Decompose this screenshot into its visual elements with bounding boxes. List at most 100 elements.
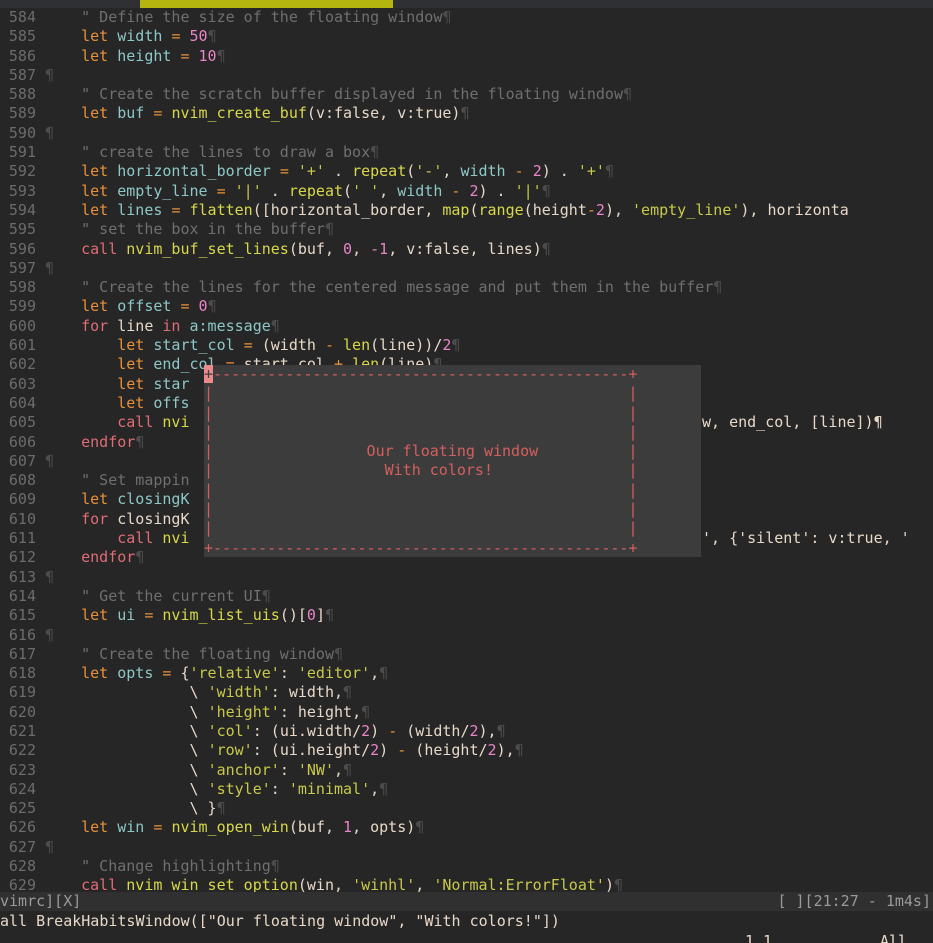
code-line[interactable]: 613 ¶ (0, 568, 933, 587)
line-number: 591 (8, 143, 36, 162)
token: a:message (189, 316, 271, 335)
gutter-pad (36, 626, 45, 645)
code-line[interactable]: 618 let opts = {'relative': 'editor',¶ (0, 664, 933, 683)
token: ¶ (216, 46, 226, 65)
token: ¶ (261, 586, 271, 605)
gutter-pad (36, 8, 45, 27)
gutter-pad (36, 104, 45, 123)
token: 2 (595, 200, 605, 219)
gutter-pad (36, 529, 45, 548)
code-line[interactable]: 629 call nvim_win_set_option(win, 'winhl… (0, 876, 933, 892)
token: ¶ (496, 721, 506, 740)
token: ) . (478, 181, 515, 200)
gutter-pad (36, 548, 45, 567)
float-row-text: | | (204, 500, 638, 519)
code-text: \ 'style': 'minimal',¶ (45, 780, 388, 798)
code-line[interactable]: 627 ¶ (0, 838, 933, 857)
statusline: vimrc][X] [ ][21:27 - 1m4s] (0, 892, 933, 912)
line-number: 621 (8, 721, 36, 740)
code-line[interactable]: 586 let height = 10¶ (0, 47, 933, 66)
line-number: 602 (8, 355, 36, 374)
code-line[interactable]: 625 \ }¶ (0, 799, 933, 818)
code-line[interactable]: 619 \ 'width': width,¶ (0, 683, 933, 702)
code-line[interactable]: 591 " create the lines to draw a box¶ (0, 143, 933, 162)
token: - (586, 200, 596, 219)
code-line[interactable]: 623 \ 'anchor': 'NW',¶ (0, 761, 933, 780)
token: let (117, 355, 145, 374)
token: start_col (153, 336, 235, 355)
code-line[interactable]: 592 let horizontal_border = '+' . repeat… (0, 162, 933, 181)
code-line[interactable]: 601 let start_col = (width - len(line))/… (0, 336, 933, 355)
line-number: 594 (8, 200, 36, 219)
code-line[interactable]: 595 " set the box in the buffer¶ (0, 220, 933, 239)
code-line[interactable]: 584 " Define the size of the floating wi… (0, 8, 933, 27)
code-line[interactable]: 616 ¶ (0, 626, 933, 645)
line-number: 593 (8, 181, 36, 200)
code-line[interactable]: 599 let offset = 0¶ (0, 297, 933, 316)
gutter-pad (36, 278, 45, 297)
gutter-pad (36, 413, 45, 432)
token: \ } (45, 799, 217, 818)
token: ¶ (379, 664, 389, 683)
code-text: \ }¶ (45, 799, 225, 818)
token: width (415, 721, 461, 740)
token: : ( (252, 741, 280, 760)
code-line[interactable]: 620 \ 'height': height,¶ (0, 703, 933, 722)
code-line[interactable]: 590 ¶ (0, 124, 933, 143)
token: let (81, 46, 109, 65)
token: 2 (532, 162, 542, 181)
gutter-pad (36, 876, 45, 892)
token: " Create the lines for the centered mess… (45, 278, 714, 297)
code-line[interactable]: 593 let empty_line = '|' . repeat(' ', w… (0, 182, 933, 201)
code-line[interactable]: 624 \ 'style': 'minimal',¶ (0, 780, 933, 799)
code-line[interactable]: 589 let buf = nvim_create_buf(v:false, v… (0, 104, 933, 123)
code-text: endfor¶ (45, 548, 144, 566)
token: , (388, 239, 407, 258)
code-line[interactable]: 621 \ 'col': (ui.width/2) - (width/2),¶ (0, 722, 933, 741)
token: -1 (370, 239, 389, 258)
code-line[interactable]: 614 " Get the current UI¶ (0, 587, 933, 606)
float-row-text: | | (204, 422, 638, 441)
token: call (117, 529, 154, 548)
token: 'height' (207, 702, 280, 721)
gutter-pad (36, 201, 45, 220)
code-text: ¶ (45, 568, 54, 586)
token: ui (117, 606, 136, 625)
token: horizonta (767, 200, 849, 219)
code-line[interactable]: 628 " Change highlighting¶ (0, 857, 933, 876)
tab-active[interactable] (140, 0, 393, 8)
code-line[interactable]: 587 ¶ (0, 66, 933, 85)
token: 'winhl' (352, 876, 416, 892)
code-line[interactable]: 597 ¶ (0, 259, 933, 278)
code-line[interactable]: 585 let width = 50¶ (0, 27, 933, 46)
code-line[interactable]: 598 " Create the lines for the centered … (0, 278, 933, 297)
token: ¶ (270, 316, 280, 335)
token: " Change highlighting (45, 857, 271, 876)
code-line[interactable]: 594 let lines = flatten([horizontal_bord… (0, 201, 933, 220)
code-line[interactable]: 615 let ui = nvim_list_uis()[0]¶ (0, 606, 933, 625)
code-line[interactable]: 626 let win = nvim_open_win(buf, 1, opts… (0, 818, 933, 837)
code-line[interactable]: 622 \ 'row': (ui.height/2) - (height/2),… (0, 741, 933, 760)
line-number: 616 (8, 625, 36, 644)
code-text: call nvi (45, 529, 189, 548)
code-line[interactable]: 588 " Create the scratch buffer displaye… (0, 85, 933, 104)
token: let (81, 297, 109, 316)
token: in (162, 316, 181, 335)
tabline[interactable] (0, 0, 933, 8)
code-line[interactable]: 596 call nvim_buf_set_lines(buf, 0, -1, … (0, 240, 933, 259)
token: 0 (198, 297, 208, 316)
gutter-pad (36, 433, 45, 452)
command-line[interactable]: all BreakHabitsWindow(["Our floating win… (0, 912, 933, 932)
token: ¶ (207, 27, 217, 46)
token: ( (288, 239, 298, 258)
code-text: \ 'row': (ui.height/2) - (height/2),¶ (45, 741, 523, 760)
code-line[interactable]: 617 " Create the floating window¶ (0, 645, 933, 664)
code-text: let empty_line = '|' . repeat(' ', width… (45, 182, 551, 200)
token: ¶ (343, 760, 353, 779)
code-line[interactable]: 600 for line in a:message¶ (0, 317, 933, 336)
line-number: 590 (8, 123, 36, 142)
